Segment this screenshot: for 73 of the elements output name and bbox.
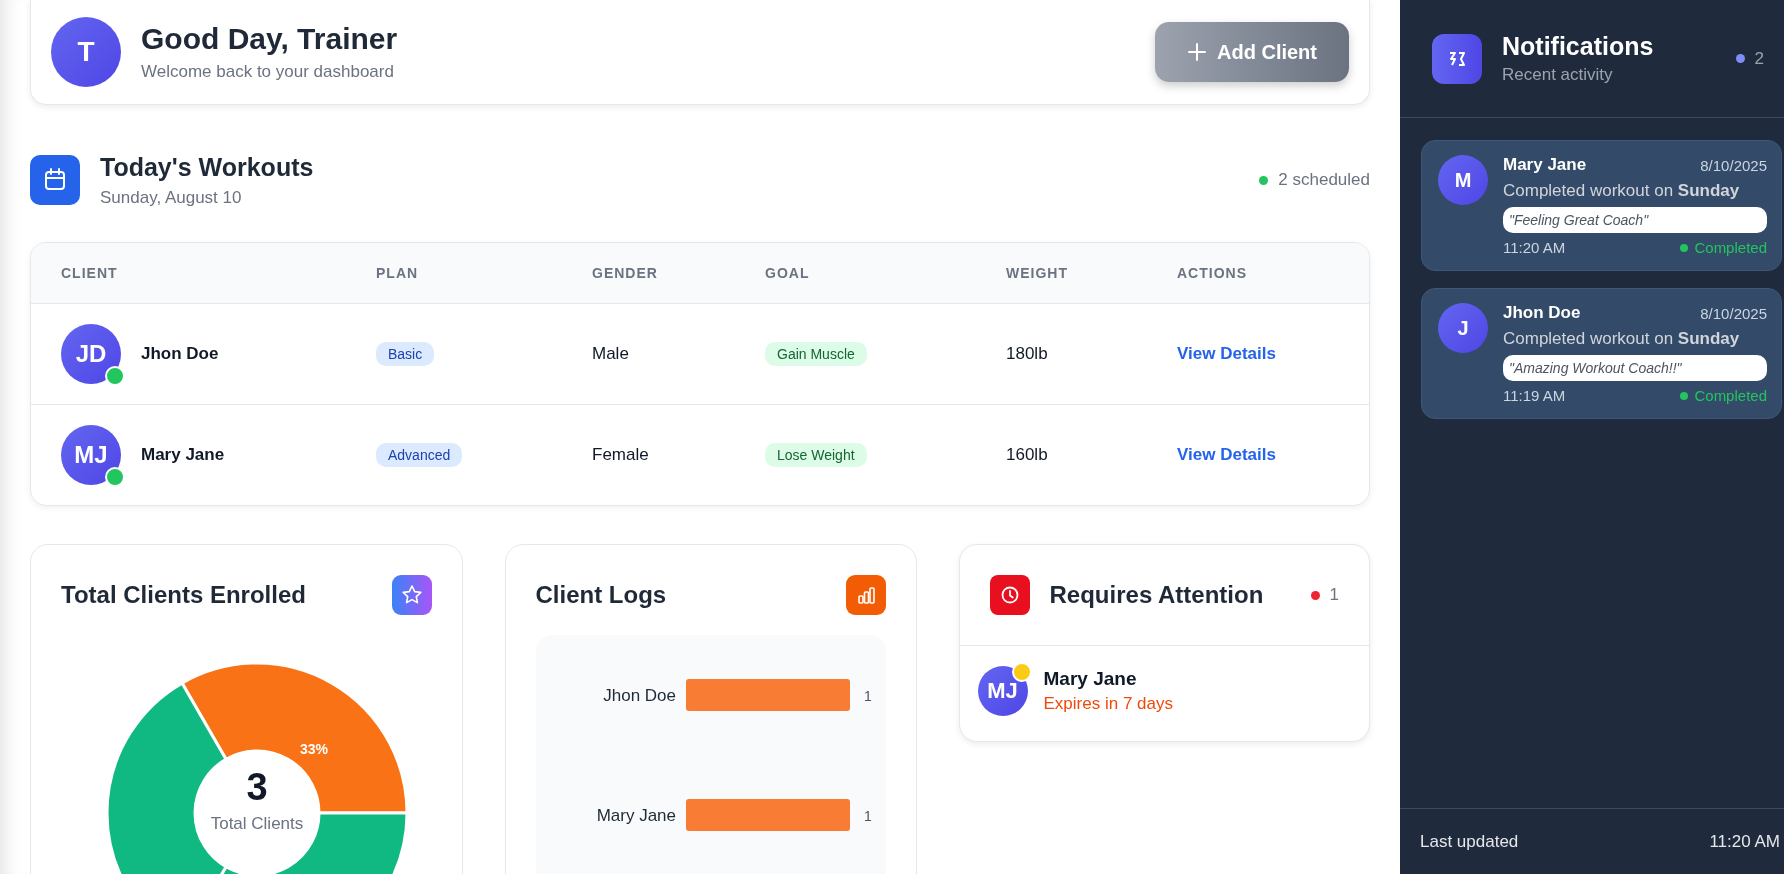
plan-tag: Advanced	[376, 443, 463, 467]
status-dot	[1680, 243, 1689, 252]
count-dot	[1735, 54, 1745, 63]
attention-count: 1	[1329, 585, 1339, 605]
client-name: Mary Jane	[1503, 155, 1587, 175]
goal-tag: Lose Weight	[765, 443, 867, 467]
notification-icon	[1432, 33, 1482, 84]
bar-label: Jhon Doe	[602, 686, 676, 706]
panel-title: Notifications	[1502, 32, 1654, 61]
card-title: Requires Attention	[1049, 581, 1264, 609]
client-avatar: MJ	[977, 666, 1028, 716]
goal-tag: Gain Muscle	[765, 342, 867, 366]
total-label: Total Clients	[209, 815, 305, 832]
card-title: Total Clients Enrolled	[61, 581, 306, 609]
column-header: WEIGHT	[1006, 265, 1069, 281]
plus-icon	[1187, 42, 1207, 62]
time-text: 11:19 AM	[1503, 387, 1566, 404]
notification-card[interactable]: J Jhon Doe 8/10/2025 Completed workout on Sunday "Amazing Workout Coach!!" 11:19 AM Completed	[1421, 288, 1782, 419]
column-header: GOAL	[765, 265, 811, 281]
plan-tag: Basic	[376, 342, 435, 366]
bar-label: Mary Jane	[596, 806, 676, 826]
bar-value: 1	[863, 687, 872, 704]
status-text: Completed	[1694, 239, 1767, 256]
column-header: PLAN	[376, 265, 420, 281]
bar-value: 1	[863, 807, 872, 824]
weight-cell-text: 180lb	[1006, 344, 1049, 364]
client-name: Mary Jane	[141, 445, 225, 465]
client-name: Jhon Doe	[1503, 303, 1581, 323]
time-text: 11:20 AM	[1503, 239, 1566, 256]
notification-card[interactable]: M Mary Jane 8/10/2025 Completed workout on Sunday "Feeling Great Coach" 11:20 AM Completed	[1421, 140, 1782, 271]
clock-icon	[989, 575, 1030, 615]
status-dot	[1259, 175, 1269, 185]
client-quote: "Amazing Workout Coach!!"	[1503, 355, 1767, 381]
scheduled-count: 2 scheduled	[1278, 170, 1370, 190]
activity-text: Completed workout on Sunday	[1503, 181, 1741, 201]
user-avatar: T	[51, 17, 121, 87]
notification-count: 2	[1754, 48, 1764, 69]
gender-cell-text: Female	[592, 445, 650, 465]
client-name: Mary Jane	[1043, 668, 1138, 690]
panel-subtitle: Recent activity	[1502, 65, 1614, 85]
view-details-link[interactable]: View Details	[1177, 445, 1276, 464]
gender-cell-text: Male	[592, 344, 630, 364]
welcome-text: Welcome back to your dashboard	[141, 62, 395, 82]
client-avatar: MJ	[61, 425, 121, 485]
client-avatar: JD	[61, 324, 121, 384]
client-avatar: J	[1438, 303, 1488, 353]
date-text: Sunday, August 10	[100, 187, 243, 208]
status-dot	[1680, 391, 1689, 400]
activity-text: Completed workout on Sunday	[1503, 329, 1741, 349]
column-header: ACTIONS	[1177, 265, 1248, 281]
status-text: Completed	[1694, 387, 1767, 404]
column-header: GENDER	[592, 265, 659, 281]
view-details-link[interactable]: View Details	[1177, 344, 1276, 363]
client-name: Jhon Doe	[141, 344, 219, 364]
percent-label: 33%	[300, 741, 329, 757]
updated-time: 11:20 AM	[1709, 831, 1780, 852]
total-number: 3	[245, 768, 269, 806]
expiry-text: Expires in 7 days	[1043, 694, 1173, 714]
date-text: 8/10/2025	[1700, 304, 1767, 322]
bar-chart-icon	[845, 575, 886, 615]
section-title: Today's Workouts	[100, 152, 314, 182]
card-title: Client Logs	[535, 581, 667, 609]
alert-dot	[1310, 590, 1320, 600]
calendar-icon	[30, 155, 80, 205]
greeting: Good Day, Trainer	[141, 22, 398, 56]
add-client-button[interactable]: Add Client	[1155, 22, 1349, 82]
client-avatar: M	[1438, 155, 1488, 205]
warning-dot	[1011, 662, 1032, 682]
footer-label: Last updated	[1420, 831, 1519, 852]
column-header: CLIENT	[61, 265, 119, 281]
date-text: 8/10/2025	[1700, 156, 1767, 174]
client-quote: "Feeling Great Coach"	[1503, 207, 1767, 233]
weight-cell-text: 160lb	[1006, 445, 1049, 465]
